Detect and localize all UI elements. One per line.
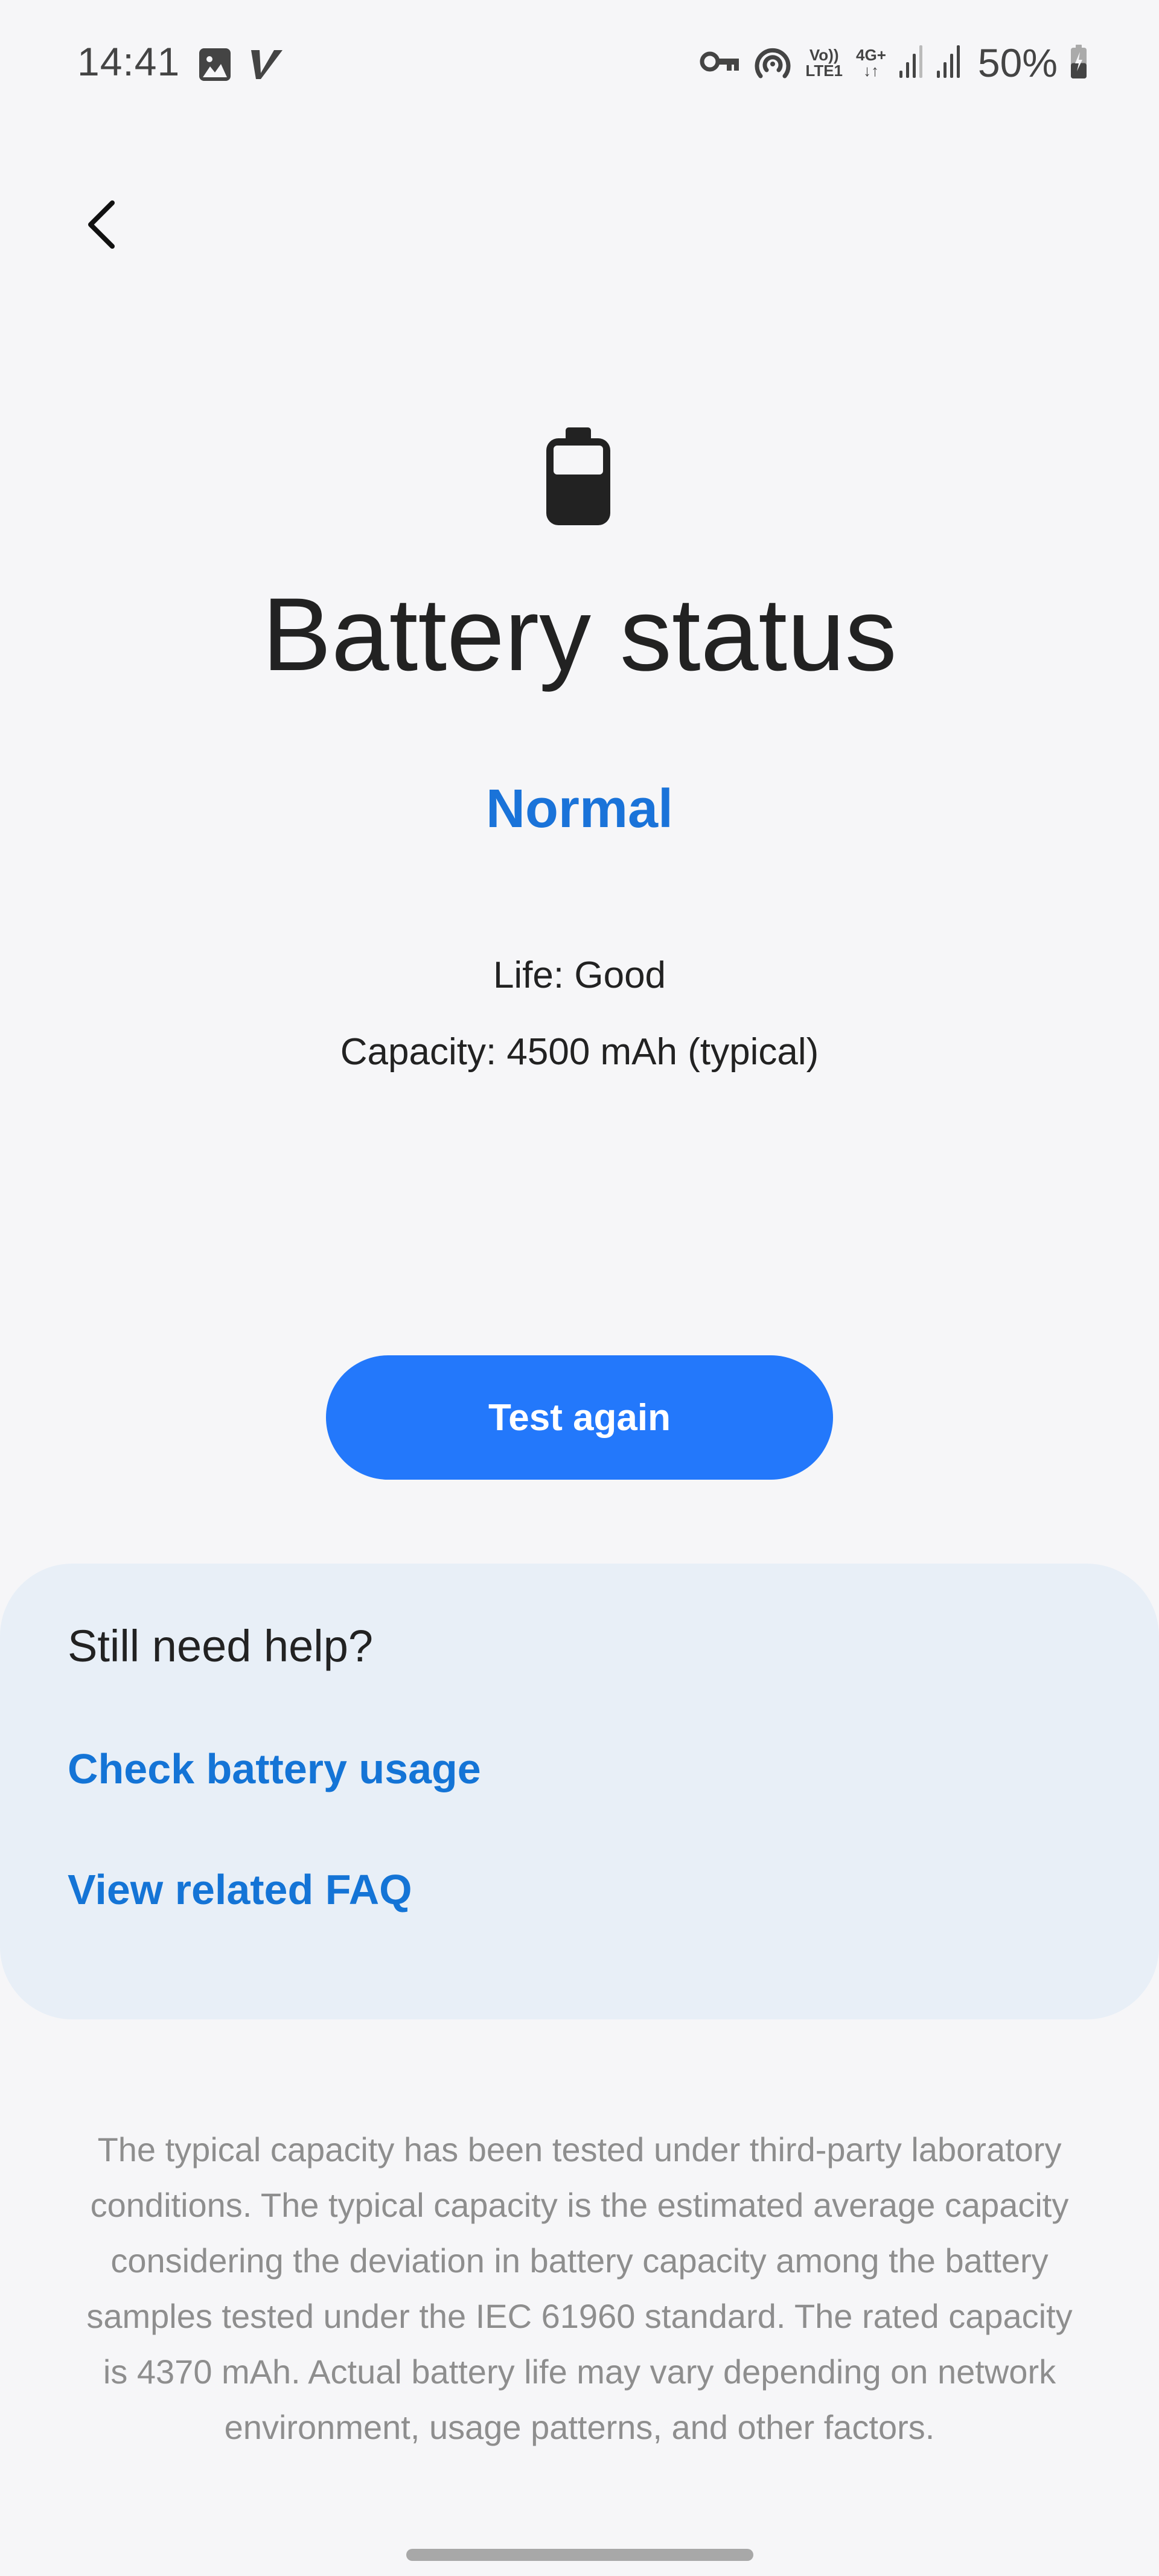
battery-status-hero-icon — [0, 427, 1159, 528]
notification-icons — [198, 47, 284, 85]
page-title: Battery status — [262, 577, 897, 692]
battery-capacity-text: Capacity: 4500 mAh (typical) — [340, 1031, 819, 1073]
chevron-left-icon — [85, 197, 121, 260]
v-app-notification-icon — [250, 49, 284, 83]
gallery-notification-icon — [198, 47, 232, 85]
data-4g-plus-icon: 4G+ ↓↑ — [856, 46, 886, 80]
test-again-button[interactable]: Test again — [326, 1355, 833, 1480]
back-button[interactable] — [72, 192, 133, 264]
battery-icon — [546, 427, 613, 528]
battery-percent: 50% — [977, 40, 1058, 85]
status-time: 14:41 — [77, 39, 180, 84]
battery-charging-icon — [1071, 44, 1087, 81]
home-gesture-bar[interactable] — [406, 2549, 753, 2561]
signal-sim2-icon — [936, 45, 961, 81]
check-battery-usage-link[interactable]: Check battery usage — [68, 1748, 481, 1790]
status-bar: 14:41 Vo)) LTE1 4G+ ↓↑ 50% — [0, 0, 1159, 133]
capacity-disclaimer: The typical capacity has been tested und… — [86, 2130, 1073, 2446]
battery-status-value: Normal — [485, 779, 674, 839]
vpn-key-icon — [699, 48, 740, 78]
view-related-faq-link[interactable]: View related FAQ — [68, 1868, 412, 1911]
help-card: Still need help? Check battery usage Vie… — [0, 1564, 1159, 2019]
signal-sim1-icon — [899, 45, 924, 81]
battery-life-text: Life: Good — [493, 954, 666, 996]
help-title: Still need help? — [68, 1621, 374, 1671]
volte-icon: Vo)) LTE1 — [805, 46, 843, 80]
system-status-icons: Vo)) LTE1 4G+ ↓↑ 50% — [699, 40, 1087, 86]
hotspot-icon — [753, 45, 792, 81]
